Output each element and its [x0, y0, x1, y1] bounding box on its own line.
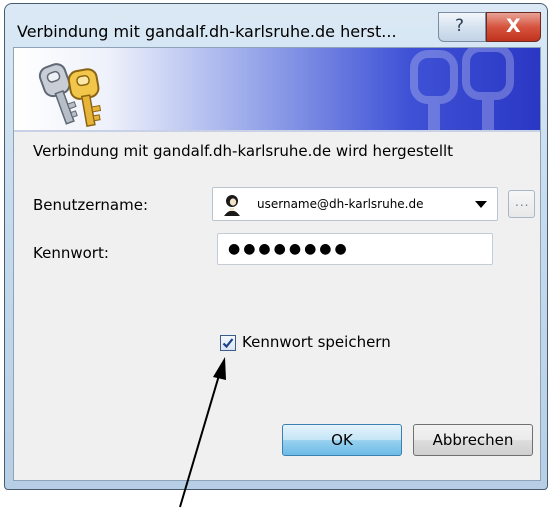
password-label: Kennwort:	[33, 244, 109, 262]
username-combobox[interactable]: username@dh-karlsruhe.de	[212, 187, 498, 221]
username-value: username@dh-karlsruhe.de	[257, 197, 424, 211]
window-title: Verbindung mit gandalf.dh-karlsruhe.de h…	[17, 22, 397, 41]
browse-credentials-button[interactable]: ...	[508, 190, 535, 218]
remember-password-checkbox[interactable]	[220, 335, 236, 351]
browse-label: ...	[515, 195, 530, 209]
chevron-down-icon[interactable]	[475, 201, 487, 208]
connection-message: Verbindung mit gandalf.dh-karlsruhe.de w…	[33, 142, 454, 160]
checkmark-icon	[222, 338, 234, 349]
credential-dialog-window: Verbindung mit gandalf.dh-karlsruhe.de h…	[4, 3, 548, 490]
ok-button[interactable]: OK	[282, 424, 402, 456]
close-button[interactable]: X	[486, 12, 541, 42]
help-icon: ?	[455, 16, 465, 36]
remember-password-label: Kennwort speichern	[242, 333, 391, 351]
username-label: Benutzername:	[33, 196, 149, 214]
keys-watermark-icon	[410, 48, 514, 130]
close-icon: X	[506, 15, 521, 37]
help-button[interactable]: ?	[438, 12, 486, 42]
banner-divider	[14, 130, 540, 132]
banner	[14, 48, 540, 130]
user-icon	[222, 195, 242, 216]
password-field[interactable]: ●●●●●●●●	[217, 233, 493, 265]
keys-icon	[38, 63, 102, 127]
cancel-button[interactable]: Abbrechen	[413, 424, 533, 456]
